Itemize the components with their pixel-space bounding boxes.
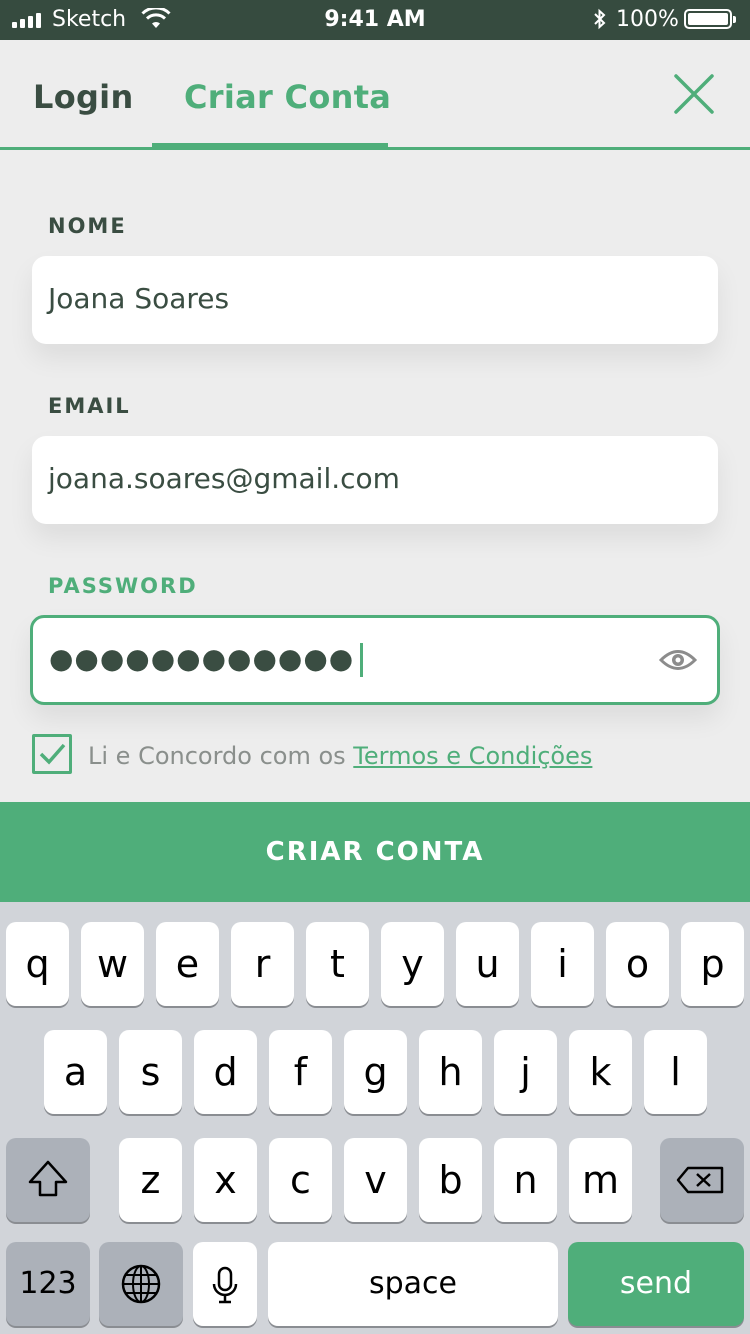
backspace-key[interactable] — [660, 1138, 744, 1222]
key-r[interactable]: r — [231, 922, 294, 1006]
bluetooth-icon — [592, 8, 608, 34]
battery-percent: 100% — [616, 7, 679, 32]
shift-icon — [28, 1160, 68, 1197]
key-p[interactable]: p — [681, 922, 744, 1006]
key-u[interactable]: u — [456, 922, 519, 1006]
password-value: ●●●●●●●●●●●● — [49, 642, 355, 675]
key-o[interactable]: o — [606, 922, 669, 1006]
key-z[interactable]: z — [119, 1138, 182, 1222]
battery-icon — [684, 9, 736, 29]
key-e[interactable]: e — [156, 922, 219, 1006]
key-w[interactable]: w — [81, 922, 144, 1006]
space-key[interactable]: space — [268, 1242, 558, 1326]
active-tab-indicator — [152, 143, 388, 150]
key-j[interactable]: j — [494, 1030, 557, 1114]
auth-tabs: Login Criar Conta — [0, 40, 750, 150]
password-label: PASSWORD — [48, 574, 198, 598]
terms-text: Li e Concordo com os Termos e Condições — [88, 742, 592, 770]
globe-key[interactable] — [99, 1242, 183, 1326]
password-field[interactable]: ●●●●●●●●●●●● — [30, 615, 720, 705]
key-l[interactable]: l — [644, 1030, 707, 1114]
email-label: EMAIL — [48, 394, 131, 418]
key-t[interactable]: t — [306, 922, 369, 1006]
terms-link[interactable]: Termos e Condições — [353, 742, 592, 770]
tab-login[interactable]: Login — [33, 78, 134, 116]
key-f[interactable]: f — [269, 1030, 332, 1114]
send-key[interactable]: send — [568, 1242, 744, 1326]
checkmark-icon — [39, 743, 66, 765]
terms-prefix: Li e Concordo com os — [88, 742, 354, 770]
email-field[interactable]: joana.soares@gmail.com — [32, 436, 718, 524]
key-d[interactable]: d — [194, 1030, 257, 1114]
microphone-key[interactable] — [193, 1242, 257, 1326]
backspace-icon — [676, 1166, 724, 1194]
key-a[interactable]: a — [44, 1030, 107, 1114]
terms-checkbox[interactable] — [32, 734, 72, 774]
key-i[interactable]: i — [531, 922, 594, 1006]
close-icon — [674, 74, 714, 114]
name-value: Joana Soares — [48, 282, 230, 315]
numbers-key[interactable]: 123 — [6, 1242, 90, 1326]
shift-key[interactable] — [6, 1138, 90, 1222]
name-field[interactable]: Joana Soares — [32, 256, 718, 344]
key-b[interactable]: b — [419, 1138, 482, 1222]
close-button[interactable] — [670, 70, 718, 118]
key-q[interactable]: q — [6, 922, 69, 1006]
key-k[interactable]: k — [569, 1030, 632, 1114]
keyboard: qwertyuiop asdfghjkl zxcvbnm 123 space s… — [0, 902, 750, 1334]
email-value: joana.soares@gmail.com — [48, 462, 400, 495]
show-password-icon[interactable] — [658, 647, 698, 677]
key-y[interactable]: y — [381, 922, 444, 1006]
key-s[interactable]: s — [119, 1030, 182, 1114]
name-label: NOME — [48, 214, 127, 238]
globe-icon — [121, 1264, 161, 1304]
key-h[interactable]: h — [419, 1030, 482, 1114]
key-v[interactable]: v — [344, 1138, 407, 1222]
key-g[interactable]: g — [344, 1030, 407, 1114]
microphone-icon — [212, 1266, 238, 1304]
key-n[interactable]: n — [494, 1138, 557, 1222]
key-m[interactable]: m — [569, 1138, 632, 1222]
key-x[interactable]: x — [194, 1138, 257, 1222]
password-value-wrap: ●●●●●●●●●●●● — [49, 642, 364, 677]
tab-create-account[interactable]: Criar Conta — [184, 78, 391, 116]
status-bar: Sketch 9:41 AM 100% — [0, 0, 750, 40]
key-c[interactable]: c — [269, 1138, 332, 1222]
create-account-button[interactable]: CRIAR CONTA — [0, 802, 750, 902]
text-caret — [360, 643, 364, 677]
